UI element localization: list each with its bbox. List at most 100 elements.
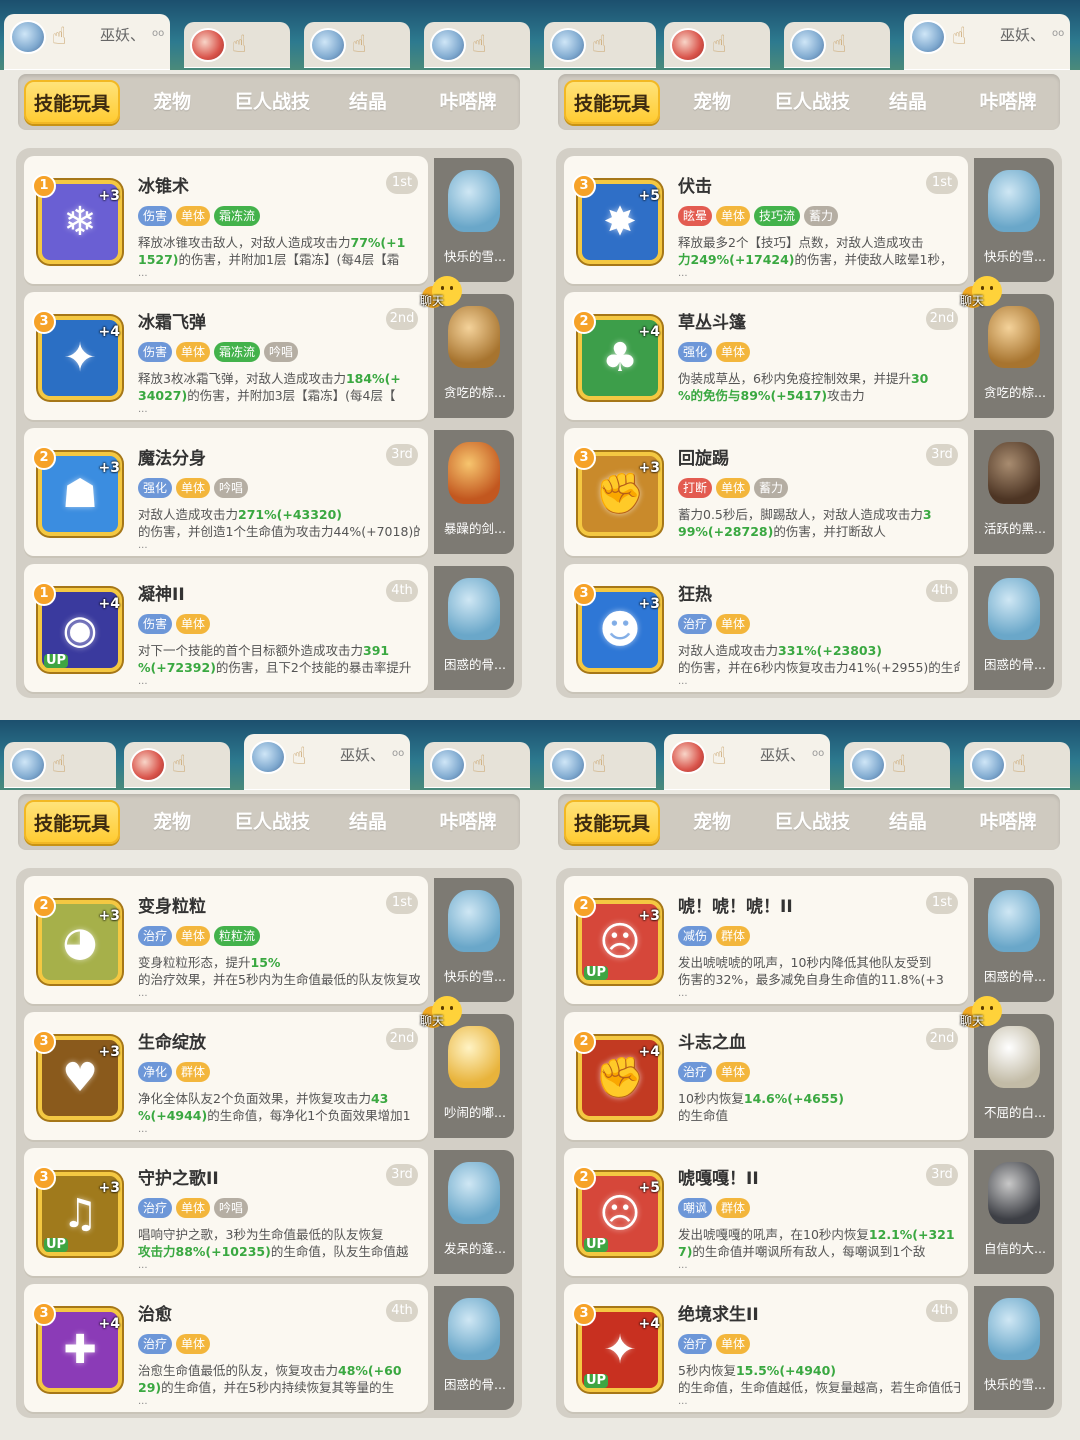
skill-card[interactable]: ✊ 2 +4 斗志之血 2nd 治疗 单体 10秒内恢复14.6%(+4655) …: [564, 1012, 968, 1140]
pet-slot[interactable]: 贪吃的棕...: [434, 294, 514, 418]
tab-0[interactable]: 技能玩具: [564, 80, 660, 124]
pet-slot[interactable]: 快乐的雪...: [434, 158, 514, 282]
tab-2[interactable]: 巨人战技: [222, 80, 322, 124]
chat-button[interactable]: 聊天: [412, 996, 478, 1030]
skill-row[interactable]: ✚ 3 +4 治愈 4th 治疗 单体 治愈生命值最低的队友，恢复攻击力48%(+…: [24, 1284, 514, 1412]
player-tab-strip: ☝ 巫妖、 oo ☝ ☝ ☝: [0, 0, 540, 70]
skill-row[interactable]: ☹ 2 +5 UP 唬嘎嘎！II 3rd 嘲讽 群体 发出唬嘎嘎的吼声，在10秒内…: [564, 1148, 1054, 1276]
player-tab[interactable]: ☝ 巫妖、 oo: [4, 14, 170, 70]
tab-3[interactable]: 结晶: [336, 80, 400, 124]
skill-card[interactable]: ◕ 2 +3 变身粒粒 1st 治疗 单体 粒粒流 变身粒粒形态，提升15% 的治疗…: [24, 876, 428, 1004]
player-tab[interactable]: ☝: [424, 742, 530, 788]
player-tab[interactable]: ☝: [964, 742, 1070, 788]
skill-row[interactable]: ✊ 3 +3 回旋踢 3rd 打断 单体 蓄力 蓄力0.5秒后，脚踢敌人，对敌人造成…: [564, 428, 1054, 556]
skill-card[interactable]: ☗ 2 +3 魔法分身 3rd 强化 单体 吟唱 对敌人造成攻击力271%(+433…: [24, 428, 428, 556]
skill-card[interactable]: ✸ 3 +5 伏击 1st 眩晕 单体 技巧流 蓄力 释放最多2个【技巧】点数，对敌人…: [564, 156, 968, 284]
pet-figure-icon: [988, 1026, 1040, 1088]
hand-pointer-icon: ☝: [1012, 750, 1027, 778]
skill-row[interactable]: ❄ 1 +3 冰锥术 1st 伤害 单体 霜冻流 释放冰锥攻击敌人，对敌人造成攻击力…: [24, 156, 514, 284]
tab-4[interactable]: 咔嗒牌: [426, 800, 510, 844]
pet-slot[interactable]: 不屈的白...: [974, 1014, 1054, 1138]
skill-row[interactable]: ♫ 3 +3 UP 守护之歌II 3rd 治疗 单体 吟唱 唱响守护之歌，3秒为生命…: [24, 1148, 514, 1276]
skill-card[interactable]: ☹ 2 +5 UP 唬嘎嘎！II 3rd 嘲讽 群体 发出唬嘎嘎的吼声，在10秒内…: [564, 1148, 968, 1276]
skill-card[interactable]: ✦ 3 +4 UP 绝境求生II 4th 治疗 单体 5秒内恢复15.5%(+49…: [564, 1284, 968, 1412]
tab-3[interactable]: 结晶: [876, 800, 940, 844]
skill-row[interactable]: ✸ 3 +5 伏击 1st 眩晕 单体 技巧流 蓄力 释放最多2个【技巧】点数，对敌人…: [564, 156, 1054, 284]
skill-card[interactable]: ☻ 3 +3 狂热 4th 治疗 单体 对敌人造成攻击力331%(+23803) …: [564, 564, 968, 692]
pet-name: 贪吃的棕...: [444, 385, 506, 400]
pet-slot[interactable]: 快乐的雪...: [974, 158, 1054, 282]
skill-row[interactable]: ♥ 3 +3 生命绽放 2nd 净化 群体 净化全体队友2个负面效果，并恢复攻击力…: [24, 996, 514, 1140]
tab-4[interactable]: 咔嗒牌: [966, 800, 1050, 844]
player-tab[interactable]: ☝: [544, 22, 656, 68]
player-tab[interactable]: ☝ 巫妖、 oo: [904, 14, 1070, 70]
pet-slot[interactable]: 困惑的骨...: [974, 878, 1054, 1002]
player-tab[interactable]: ☝: [424, 22, 530, 68]
player-tab[interactable]: ☝: [784, 22, 890, 68]
player-tab[interactable]: ☝: [664, 22, 770, 68]
pet-slot[interactable]: 快乐的雪...: [974, 1286, 1054, 1410]
skill-card[interactable]: ◉ 1 +4 UP 凝神II 4th 伤害 单体 对下一个技能的首个目标额外造成攻…: [24, 564, 428, 692]
chat-button[interactable]: 聊天: [952, 276, 1018, 310]
player-tab[interactable]: ☝: [4, 742, 116, 788]
chat-button[interactable]: 聊天: [412, 276, 478, 310]
tab-2[interactable]: 巨人战技: [762, 80, 862, 124]
pet-slot[interactable]: 活跃的黑...: [974, 430, 1054, 554]
player-tab[interactable]: ☝ 巫妖、 oo: [244, 734, 410, 790]
pet-slot[interactable]: 困惑的骨...: [434, 566, 514, 690]
skill-slot-rank: 2nd: [926, 1028, 958, 1050]
skill-row[interactable]: ☗ 2 +3 魔法分身 3rd 强化 单体 吟唱 对敌人造成攻击力271%(+433…: [24, 428, 514, 556]
skill-row[interactable]: ◕ 2 +3 变身粒粒 1st 治疗 单体 粒粒流 变身粒粒形态，提升15% 的治疗…: [24, 876, 514, 1004]
pet-slot[interactable]: 困惑的骨...: [434, 1286, 514, 1410]
skill-card[interactable]: ✚ 3 +4 治愈 4th 治疗 单体 治愈生命值最低的队友，恢复攻击力48%(+…: [24, 1284, 428, 1412]
pet-slot[interactable]: 自信的大...: [974, 1150, 1054, 1274]
pet-slot[interactable]: 发呆的蓬...: [434, 1150, 514, 1274]
player-tab[interactable]: ☝: [124, 742, 230, 788]
tab-0[interactable]: 技能玩具: [24, 80, 120, 124]
skill-card[interactable]: ♫ 3 +3 UP 守护之歌II 3rd 治疗 单体 吟唱 唱响守护之歌，3秒为生命…: [24, 1148, 428, 1276]
tab-1[interactable]: 宠物: [668, 80, 756, 124]
pet-figure-icon: [988, 890, 1040, 952]
skill-row[interactable]: ☹ 2 +3 UP 唬！唬！唬！II 1st 减伤 群体 发出唬唬唬的吼声，10秒…: [564, 876, 1054, 1004]
skill-row[interactable]: ♣ 2 +4 草丛斗篷 2nd 强化 单体 伪装成草丛，6秒内免疫控制效果，并提升…: [564, 276, 1054, 420]
player-tab[interactable]: ☝: [304, 22, 410, 68]
tab-3[interactable]: 结晶: [336, 800, 400, 844]
skill-card[interactable]: ❄ 1 +3 冰锥术 1st 伤害 单体 霜冻流 释放冰锥攻击敌人，对敌人造成攻击力…: [24, 156, 428, 284]
pet-slot[interactable]: 暴躁的剑...: [434, 430, 514, 554]
player-tab[interactable]: ☝: [544, 742, 656, 788]
tab-3[interactable]: 结晶: [876, 80, 940, 124]
skill-slot-rank: 4th: [386, 1300, 418, 1322]
tab-1[interactable]: 宠物: [668, 800, 756, 844]
tab-1[interactable]: 宠物: [128, 80, 216, 124]
pet-slot[interactable]: 困惑的骨...: [974, 566, 1054, 690]
tab-2[interactable]: 巨人战技: [222, 800, 322, 844]
skill-card[interactable]: ♣ 2 +4 草丛斗篷 2nd 强化 单体 伪装成草丛，6秒内免疫控制效果，并提升…: [564, 292, 968, 420]
skill-card[interactable]: ♥ 3 +3 生命绽放 2nd 净化 群体 净化全体队友2个负面效果，并恢复攻击力…: [24, 1012, 428, 1140]
tab-1[interactable]: 宠物: [128, 800, 216, 844]
player-tab[interactable]: ☝: [184, 22, 290, 68]
skill-card[interactable]: ✊ 3 +3 回旋踢 3rd 打断 单体 蓄力 蓄力0.5秒后，脚踢敌人，对敌人造成…: [564, 428, 968, 556]
desc-text: 的治疗效果，并在5秒内为生命值最低的队友恢复攻击力49%(+56: [138, 972, 420, 987]
pet-slot[interactable]: 快乐的雪...: [434, 878, 514, 1002]
player-tab[interactable]: ☝: [844, 742, 950, 788]
pet-slot[interactable]: 贪吃的棕...: [974, 294, 1054, 418]
game-panel-2: ☝ ☝ ☝ ☝ 巫妖、 oo 技能玩具 宠物 巨人战技 结晶 咔嗒牌 ✸ 3 +5 伏击 1s…: [540, 0, 1080, 720]
skill-row[interactable]: ✦ 3 +4 冰霜飞弹 2nd 伤害 单体 霜冻流 吟唱 释放3枚冰霜飞弹，对敌人造成…: [24, 276, 514, 420]
pet-slot[interactable]: 吵闹的嘟...: [434, 1014, 514, 1138]
skill-row[interactable]: ☻ 3 +3 狂热 4th 治疗 单体 对敌人造成攻击力331%(+23803) …: [564, 564, 1054, 692]
skill-row[interactable]: ✊ 2 +4 斗志之血 2nd 治疗 单体 10秒内恢复14.6%(+4655) …: [564, 996, 1054, 1140]
skill-card[interactable]: ✦ 3 +4 冰霜飞弹 2nd 伤害 单体 霜冻流 吟唱 释放3枚冰霜飞弹，对敌人造成…: [24, 292, 428, 420]
tab-4[interactable]: 咔嗒牌: [966, 80, 1050, 124]
player-tab[interactable]: ☝ 巫妖、 oo: [664, 734, 830, 790]
skill-row[interactable]: ◉ 1 +4 UP 凝神II 4th 伤害 单体 对下一个技能的首个目标额外造成攻…: [24, 564, 514, 692]
tab-2[interactable]: 巨人战技: [762, 800, 862, 844]
skill-row[interactable]: ✦ 3 +4 UP 绝境求生II 4th 治疗 单体 5秒内恢复15.5%(+49…: [564, 1284, 1054, 1412]
skill-slot-rank: 1st: [926, 172, 958, 194]
skill-card[interactable]: ☹ 2 +3 UP 唬！唬！唬！II 1st 减伤 群体 发出唬唬唬的吼声，10秒…: [564, 876, 968, 1004]
tab-4[interactable]: 咔嗒牌: [426, 80, 510, 124]
skill-tag: 单体: [176, 614, 211, 634]
tab-0[interactable]: 技能玩具: [564, 800, 660, 844]
chat-button[interactable]: 聊天: [952, 996, 1018, 1030]
tab-0[interactable]: 技能玩具: [24, 800, 120, 844]
skill-plus-level: +3: [98, 188, 120, 204]
